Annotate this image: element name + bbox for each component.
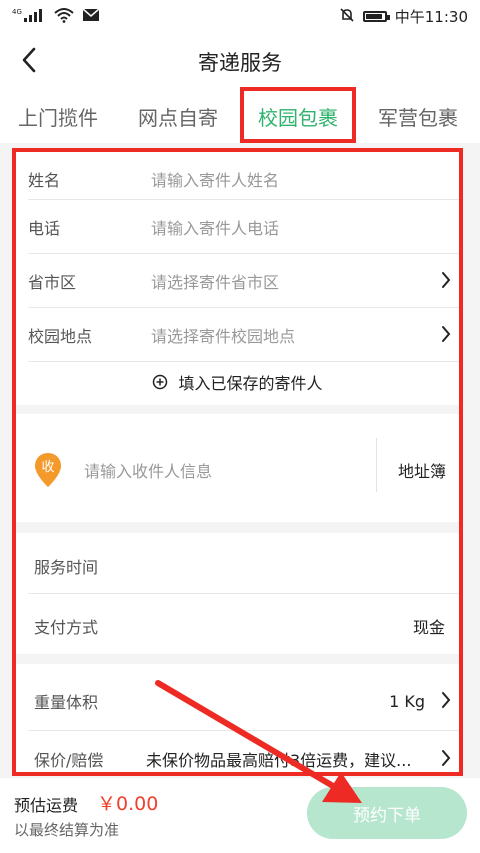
chevron-left-icon — [22, 47, 36, 73]
signal-icon: 4G — [12, 7, 46, 27]
receiver-badge-icon: 收 — [35, 453, 61, 487]
page-title: 寄递服务 — [198, 51, 282, 75]
tab-barracks-parcel[interactable]: 军营包裹 — [378, 102, 458, 131]
chevron-right-icon — [442, 750, 451, 766]
chevron-right-icon — [442, 326, 451, 342]
insurance-row[interactable]: 保价/赔偿 未保价物品最高赔付3倍运费，建议... — [16, 732, 459, 772]
service-card: 服务时间 支付方式 现金 — [16, 533, 459, 654]
sender-region-label: 省市区 — [28, 273, 77, 292]
payment-method-value: 现金 — [412, 618, 445, 637]
form-panel: 姓名 请输入寄件人姓名 电话 请输入寄件人电话 省市区 请选择寄件省市区 校园地… — [12, 148, 463, 776]
book-order-button[interactable]: 预约下单 — [307, 787, 467, 839]
sender-phone-input[interactable]: 请输入寄件人电话 — [151, 215, 279, 239]
sender-region-select[interactable]: 请选择寄件省市区 — [151, 269, 279, 293]
status-left: 4G — [12, 7, 100, 27]
divider — [28, 361, 459, 362]
wifi-icon — [54, 7, 74, 27]
insurance-value: 未保价物品最高赔付3倍运费，建议... — [146, 751, 412, 770]
sender-card: 姓名 请输入寄件人姓名 电话 请输入寄件人电话 省市区 请选择寄件省市区 校园地… — [16, 152, 459, 405]
annotation-tab-highlight — [240, 87, 356, 143]
mute-icon — [339, 7, 355, 27]
sender-phone-row[interactable]: 电话 请输入寄件人电话 — [16, 200, 459, 254]
sender-name-row[interactable]: 姓名 请输入寄件人姓名 — [16, 152, 459, 206]
tab-outlet-send[interactable]: 网点自寄 — [138, 102, 218, 131]
divider — [28, 593, 459, 594]
sender-phone-label: 电话 — [28, 219, 61, 238]
svg-text:4G: 4G — [12, 8, 22, 16]
bottom-bar: 预估运费 ￥0.00 以最终结算为准 预约下单 — [0, 778, 480, 853]
weight-volume-row[interactable]: 重量体积 1 Kg — [16, 674, 459, 728]
tab-door-pickup[interactable]: 上门揽件 — [18, 102, 98, 131]
estimate-note: 以最终结算为准 — [14, 821, 120, 839]
insurance-label: 保价/赔偿 — [34, 751, 104, 770]
estimate-label: 预估运费 — [14, 796, 79, 815]
status-bar: 4G 中午11:30 — [0, 0, 480, 33]
sender-campus-label: 校园地点 — [28, 327, 93, 346]
back-button[interactable] — [14, 45, 44, 75]
divider-vertical — [376, 438, 377, 492]
sender-campus-row[interactable]: 校园地点 请选择寄件校园地点 — [16, 308, 459, 362]
sender-name-input[interactable]: 请输入寄件人姓名 — [151, 167, 279, 191]
sender-campus-select[interactable]: 请选择寄件校园地点 — [151, 323, 295, 347]
battery-icon — [362, 11, 390, 22]
service-time-row[interactable]: 服务时间 — [16, 539, 459, 593]
payment-method-row[interactable]: 支付方式 现金 — [16, 599, 459, 653]
weight-volume-label: 重量体积 — [34, 693, 99, 712]
fill-saved-sender-text: 填入已保存的寄件人 — [178, 374, 323, 393]
receiver-card: 收 请输入收件人信息 地址簿 — [16, 414, 459, 522]
address-book-button[interactable]: 地址簿 — [398, 458, 446, 482]
svg-text:收: 收 — [41, 460, 54, 475]
sender-name-label: 姓名 — [28, 171, 61, 190]
chevron-right-icon — [442, 692, 451, 708]
divider — [28, 730, 459, 731]
package-card: 重量体积 1 Kg 保价/赔偿 未保价物品最高赔付3倍运费，建议... — [16, 664, 459, 772]
service-time-label: 服务时间 — [34, 558, 99, 577]
fill-saved-sender-link[interactable]: 填入已保存的寄件人 — [16, 370, 459, 394]
header: 寄递服务 — [0, 33, 480, 91]
estimate-price: ￥0.00 — [97, 793, 159, 815]
plus-circle-icon — [153, 374, 168, 390]
status-right: 中午11:30 — [339, 6, 468, 27]
sender-region-row[interactable]: 省市区 请选择寄件省市区 — [16, 254, 459, 308]
status-time: 中午11:30 — [394, 8, 468, 26]
weight-volume-value: 1 Kg — [389, 691, 425, 711]
mail-icon — [82, 7, 100, 26]
receiver-info-input[interactable]: 请输入收件人信息 — [84, 458, 212, 482]
payment-method-label: 支付方式 — [34, 618, 99, 637]
chevron-right-icon — [442, 272, 451, 288]
